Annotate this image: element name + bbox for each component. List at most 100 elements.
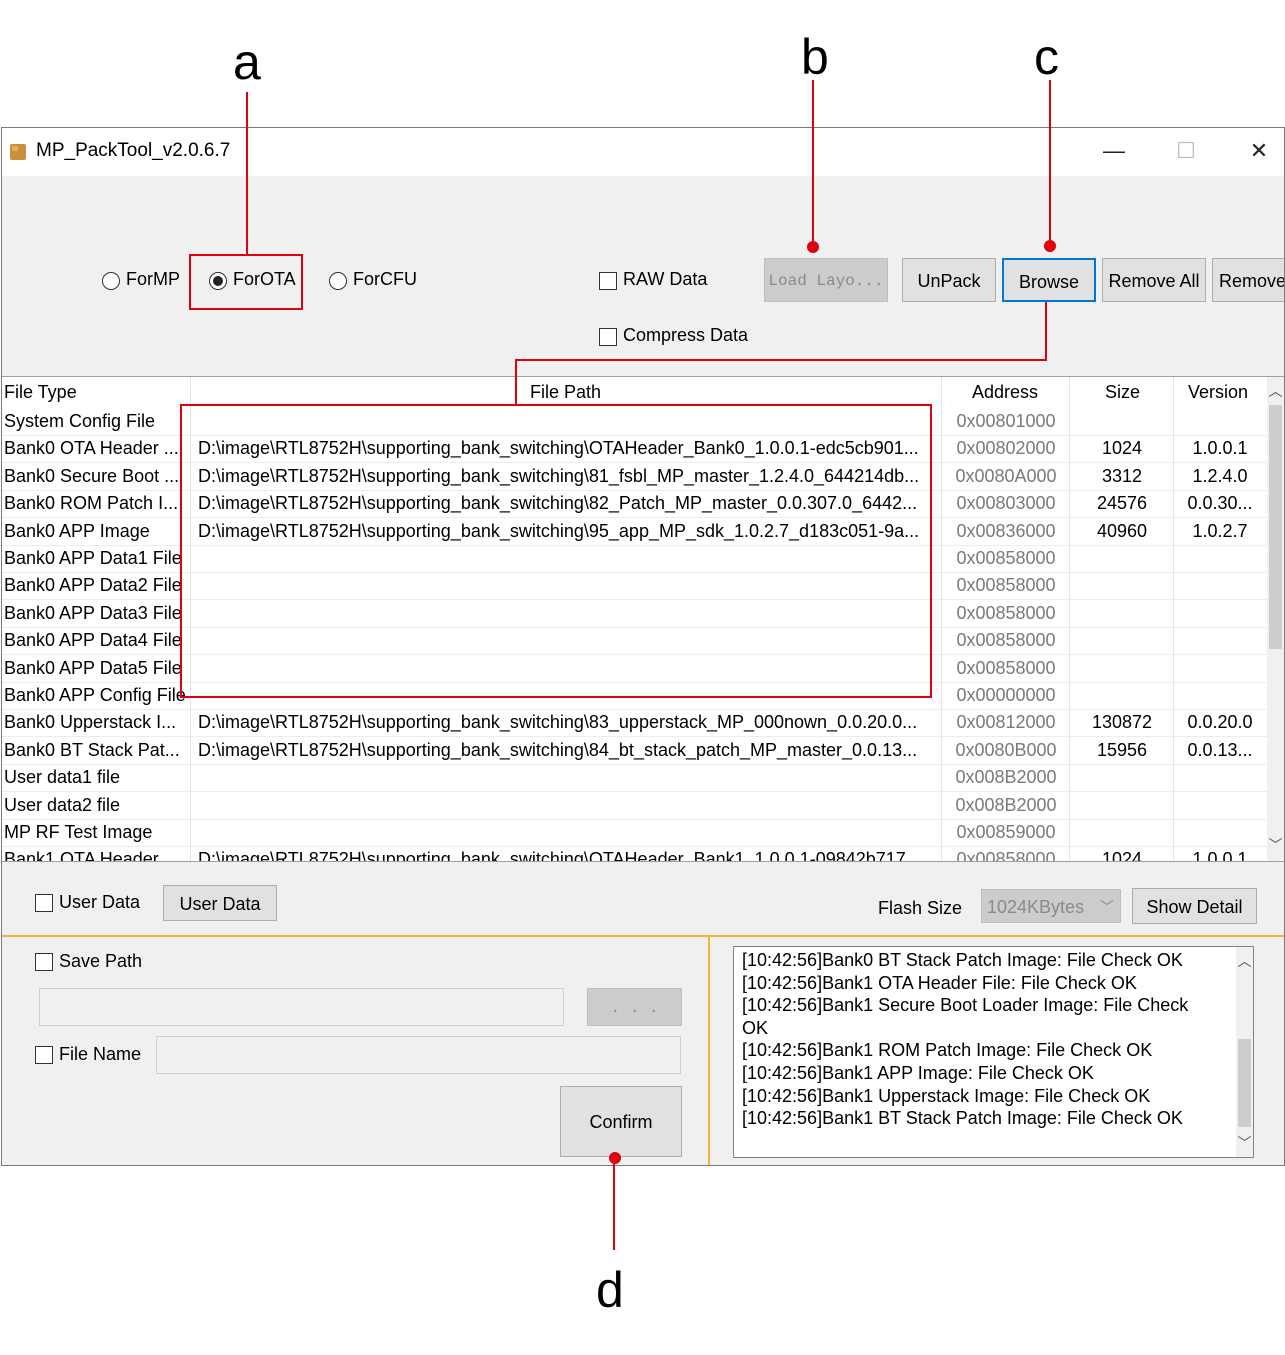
log-panel[interactable]: [10:42:56]Bank0 BT Stack Patch Image: Fi… [733, 946, 1254, 1158]
table-row[interactable]: MP RF Test Image 0x00859000 [2, 819, 1267, 847]
cell-size [1070, 627, 1174, 654]
file-name-checkbox[interactable] [35, 1046, 53, 1064]
callout-b: b [801, 29, 829, 85]
save-path-checkbox[interactable] [35, 953, 53, 971]
cell-version [1174, 627, 1266, 654]
forota-highlight-box [189, 254, 303, 310]
cell-file-type: Bank1 OTA Header ... [4, 849, 179, 862]
remove-all-button[interactable]: Remove All [1102, 258, 1206, 302]
panel-divider [708, 937, 710, 1165]
cell-address: 0x00858000 [956, 548, 1056, 568]
callout-c-dot [1044, 240, 1056, 252]
cell-file-type: Bank0 Secure Boot ... [4, 465, 180, 486]
compress-data-checkbox[interactable] [599, 328, 617, 346]
cell-file-type: System Config File [4, 411, 156, 431]
browse-connector-drop [515, 359, 517, 406]
confirm-button[interactable]: Confirm [560, 1086, 682, 1157]
show-detail-button[interactable]: Show Detail [1132, 888, 1257, 924]
cell-file-type: Bank0 Upperstack I... [4, 712, 177, 733]
cell-address: 0x00802000 [956, 438, 1056, 459]
flash-size-value: 1024KBytes [987, 897, 1085, 917]
table-scrollbar[interactable]: ︿ ﹀ [1267, 377, 1284, 861]
formp-label: ForMP [126, 269, 180, 289]
cell-file-type: User data1 file [4, 767, 121, 788]
log-scrollbar[interactable]: ︿ ﹀ [1236, 947, 1253, 1157]
scroll-up-icon[interactable]: ︿ [1267, 381, 1284, 401]
cell-file-path [198, 764, 936, 791]
cell-file-type: Bank0 APP Data5 File [4, 657, 182, 678]
raw-data-checkbox[interactable] [599, 272, 617, 290]
remove-button[interactable]: Remove [1212, 258, 1284, 302]
user-data-checkbox[interactable] [35, 894, 53, 912]
file-name-input[interactable] [156, 1036, 681, 1074]
callout-d-dot [609, 1152, 621, 1164]
cell-file-type: MP RF Test Image [4, 822, 153, 842]
save-path-input[interactable] [39, 988, 564, 1026]
cell-version: 1.0.0.1 [1192, 849, 1248, 862]
cell-file-type: Bank0 OTA Header ... [4, 438, 179, 459]
table-row[interactable]: Bank0 BT Stack Pat... D:\image\RTL8752H\s… [2, 737, 1267, 765]
log-line: [10:42:56]Bank1 Secure Boot Loader Image… [742, 995, 1189, 1016]
header-file-path[interactable]: File Path [530, 377, 601, 407]
compress-data-label: Compress Data [623, 325, 749, 345]
log-line: [10:42:56]Bank1 ROM Patch Image: File Ch… [742, 1040, 1153, 1061]
log-line: [10:42:56]Bank1 Upperstack Image: File C… [742, 1085, 1151, 1106]
cell-address: 0x00000000 [956, 685, 1056, 705]
user-data-button[interactable]: User Data [163, 885, 277, 921]
cell-version [1174, 572, 1266, 599]
cell-file-type: Bank0 ROM Patch I... [4, 493, 179, 514]
scroll-thumb[interactable] [1269, 405, 1282, 649]
forcfu-radio[interactable] [329, 272, 347, 290]
header-address[interactable]: Address [972, 377, 1038, 407]
cell-size [1070, 408, 1174, 435]
save-path-browse-button[interactable]: . . . [587, 988, 682, 1026]
cell-file-type: Bank0 APP Config File [4, 685, 186, 705]
header-version[interactable]: Version [1188, 377, 1248, 407]
cell-size: 15956 [1096, 739, 1148, 760]
header-size[interactable]: Size [1105, 377, 1140, 407]
cell-file-type: Bank0 APP Data4 File [4, 630, 182, 651]
cell-address: 0x00858000 [956, 575, 1056, 596]
cell-size: 40960 [1096, 520, 1148, 541]
cell-address: 0x00801000 [956, 411, 1056, 431]
cell-address: 0x0080A000 [955, 465, 1057, 486]
cell-address: 0x00858000 [956, 657, 1056, 678]
log-scroll-thumb[interactable] [1238, 1039, 1251, 1127]
formp-radio[interactable] [102, 272, 120, 290]
flash-size-select[interactable]: 1024KBytes ﹀ [981, 889, 1121, 923]
unpack-button[interactable]: UnPack [902, 258, 996, 302]
cell-version [1174, 682, 1266, 709]
browse-button[interactable]: Browse [1002, 258, 1096, 302]
cell-size [1070, 655, 1174, 682]
cell-address: 0x0080B000 [955, 739, 1057, 760]
log-scroll-up-icon[interactable]: ︿ [1236, 951, 1253, 971]
cell-address: 0x00858000 [956, 602, 1056, 623]
cell-size: 1024 [1101, 438, 1143, 459]
cell-size [1070, 819, 1174, 846]
browse-connector-horizontal [515, 359, 1047, 361]
callout-a-line [246, 92, 248, 254]
minimize-button[interactable]: — [1094, 136, 1134, 168]
log-scroll-down-icon[interactable]: ﹀ [1236, 1133, 1253, 1153]
log-line: [10:42:56]Bank0 BT Stack Patch Image: Fi… [742, 950, 1183, 970]
table-row[interactable]: User data1 file 0x008B2000 [2, 764, 1267, 793]
window-title: MP_PackTool_v2.0.6.7 [36, 140, 231, 161]
scroll-down-icon[interactable]: ﹀ [1267, 835, 1284, 855]
load-layout-button[interactable]: Load Layo... [764, 258, 888, 302]
table-row[interactable]: Bank0 Upperstack I... D:\image\RTL8752H\s… [2, 709, 1267, 738]
cell-version: 1.0.0.1 [1192, 438, 1248, 459]
cell-version [1174, 600, 1266, 627]
header-file-type[interactable]: File Type [4, 377, 77, 407]
cell-file-type: Bank0 APP Image [4, 520, 150, 541]
raw-data-label: RAW Data [623, 269, 708, 289]
cell-size [1070, 545, 1174, 572]
save-path-label: Save Path [59, 951, 143, 971]
maximize-button[interactable]: ☐ [1166, 136, 1206, 168]
close-button[interactable]: ✕ [1239, 136, 1279, 168]
cell-version [1174, 545, 1266, 572]
table-row[interactable]: User data2 file 0x008B2000 [2, 792, 1267, 820]
cell-file-type: Bank0 APP Data3 File [4, 602, 182, 623]
cell-version: 0.0.13... [1187, 739, 1253, 760]
table-row[interactable]: Bank1 OTA Header ... D:\image\RTL8752H\su… [2, 846, 1267, 862]
callout-b-line [812, 80, 814, 246]
